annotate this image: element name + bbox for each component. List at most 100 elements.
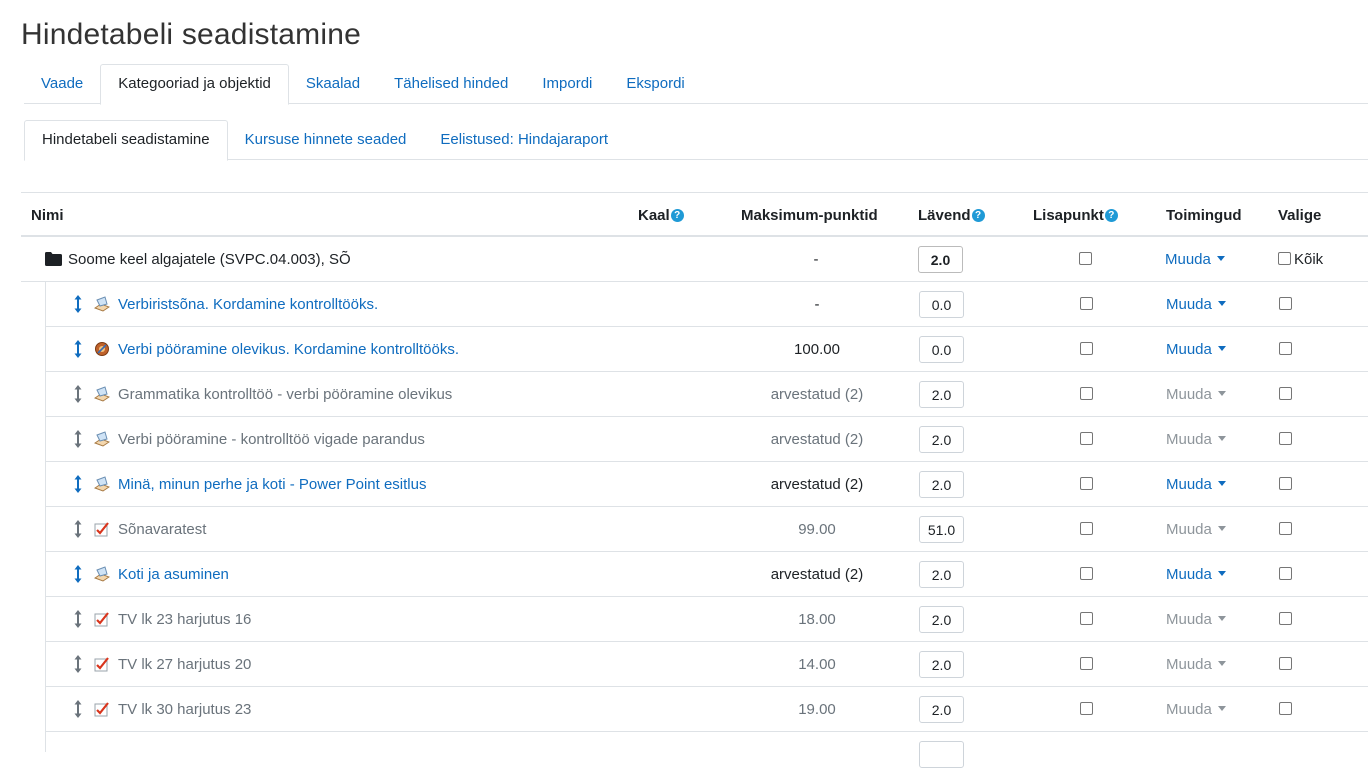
item-threshold-input[interactable] bbox=[919, 741, 964, 768]
tab-secondary-1[interactable]: Kursuse hinnete seaded bbox=[228, 120, 424, 160]
tab-primary-3[interactable]: Tähelised hinded bbox=[377, 64, 525, 104]
move-icon[interactable] bbox=[73, 474, 83, 494]
item-select-checkbox[interactable] bbox=[1279, 522, 1292, 535]
tab-secondary-2[interactable]: Eelistused: Hindajaraport bbox=[423, 120, 625, 160]
item-select-checkbox[interactable] bbox=[1279, 477, 1292, 490]
item-extra-credit-checkbox[interactable] bbox=[1080, 657, 1093, 670]
item-extra-credit-checkbox[interactable] bbox=[1080, 567, 1093, 580]
item-max-points: arvestatud (2) bbox=[770, 386, 864, 403]
select-all-checkbox[interactable] bbox=[1278, 252, 1291, 265]
item-threshold-input[interactable] bbox=[919, 696, 964, 723]
item-edit-menu[interactable]: Muuda bbox=[1166, 687, 1226, 732]
item-name[interactable]: TV lk 30 harjutus 23 bbox=[118, 687, 251, 732]
item-extra-credit-checkbox[interactable] bbox=[1080, 702, 1093, 715]
col-header-max-points: Maksimum-punktid bbox=[741, 207, 878, 224]
table-row: TV lk 30 harjutus 23 19.00 Muuda bbox=[45, 687, 1368, 732]
item-name[interactable]: Verbi pööramine - kontrolltöö vigade par… bbox=[118, 417, 425, 462]
item-threshold-input[interactable] bbox=[919, 516, 964, 543]
edit-menu-label: Muuda bbox=[1166, 521, 1212, 538]
item-threshold-input[interactable] bbox=[919, 336, 964, 363]
category-edit-menu[interactable]: Muuda bbox=[1165, 237, 1225, 282]
item-edit-menu[interactable]: Muuda bbox=[1166, 507, 1226, 552]
help-icon[interactable]: ? bbox=[971, 209, 985, 222]
item-edit-menu[interactable]: Muuda bbox=[1166, 552, 1226, 597]
item-extra-credit-checkbox[interactable] bbox=[1080, 612, 1093, 625]
item-threshold-input[interactable] bbox=[919, 606, 964, 633]
item-name[interactable]: Minä, minun perhe ja koti - Power Point … bbox=[118, 462, 426, 507]
item-threshold-input[interactable] bbox=[919, 471, 964, 498]
move-icon[interactable] bbox=[73, 609, 83, 629]
help-icon[interactable]: ? bbox=[670, 209, 684, 222]
move-icon[interactable] bbox=[73, 294, 83, 314]
item-edit-menu[interactable]: Muuda bbox=[1166, 597, 1226, 642]
item-extra-credit-checkbox[interactable] bbox=[1080, 297, 1093, 310]
item-select-checkbox[interactable] bbox=[1279, 342, 1292, 355]
col-header-threshold-label: Lävend bbox=[918, 207, 971, 224]
tab-primary-0[interactable]: Vaade bbox=[24, 64, 100, 104]
item-select-checkbox[interactable] bbox=[1279, 387, 1292, 400]
item-extra-credit-checkbox[interactable] bbox=[1080, 387, 1093, 400]
table-row bbox=[45, 732, 1368, 768]
tab-primary-1[interactable]: Kategooriad ja objektid bbox=[100, 64, 289, 105]
item-edit-menu[interactable]: Muuda bbox=[1166, 417, 1226, 462]
item-edit-menu[interactable]: Muuda bbox=[1166, 327, 1226, 372]
folder-icon bbox=[45, 252, 62, 266]
table-row: Grammatika kontrolltöö - verbi pööramine… bbox=[45, 372, 1368, 417]
page-title: Hindetabeli seadistamine bbox=[21, 18, 362, 51]
item-extra-credit-checkbox[interactable] bbox=[1080, 522, 1093, 535]
item-threshold-input[interactable] bbox=[919, 381, 964, 408]
table-header: Nimi Kaal? Maksimum-punktid Lävend? Lisa… bbox=[21, 193, 1368, 237]
chevron-down-icon bbox=[1217, 436, 1226, 441]
item-name[interactable]: Verbiristsõna. Kordamine kontrolltööks. bbox=[118, 282, 378, 327]
tab-secondary-0[interactable]: Hindetabeli seadistamine bbox=[24, 120, 228, 161]
item-threshold-input[interactable] bbox=[919, 291, 964, 318]
help-icon[interactable]: ? bbox=[1104, 209, 1118, 222]
tab-primary-2[interactable]: Skaalad bbox=[289, 64, 377, 104]
item-extra-credit-checkbox[interactable] bbox=[1080, 477, 1093, 490]
tab-primary-4[interactable]: Impordi bbox=[525, 64, 609, 104]
item-select-checkbox[interactable] bbox=[1279, 567, 1292, 580]
item-name[interactable]: Koti ja asuminen bbox=[118, 552, 229, 597]
item-threshold-input[interactable] bbox=[919, 426, 964, 453]
item-select-checkbox[interactable] bbox=[1279, 702, 1292, 715]
col-header-name[interactable]: Nimi bbox=[31, 207, 64, 224]
item-threshold-input[interactable] bbox=[919, 561, 964, 588]
edit-menu-label: Muuda bbox=[1166, 476, 1212, 493]
chevron-down-icon bbox=[1217, 346, 1226, 351]
move-icon[interactable] bbox=[73, 384, 83, 404]
item-select-checkbox[interactable] bbox=[1279, 612, 1292, 625]
edit-menu-label: Muuda bbox=[1166, 386, 1212, 403]
category-extra-credit-checkbox[interactable] bbox=[1079, 252, 1092, 265]
item-name[interactable]: Grammatika kontrolltöö - verbi pööramine… bbox=[118, 372, 452, 417]
tab-primary-5[interactable]: Ekspordi bbox=[609, 64, 701, 104]
col-header-select: Valige bbox=[1278, 207, 1322, 224]
chevron-down-icon bbox=[1217, 706, 1226, 711]
item-extra-credit-checkbox[interactable] bbox=[1080, 432, 1093, 445]
item-edit-menu[interactable]: Muuda bbox=[1166, 642, 1226, 687]
category-threshold-input[interactable] bbox=[918, 246, 963, 273]
move-icon[interactable] bbox=[73, 519, 83, 539]
item-name[interactable]: TV lk 27 harjutus 20 bbox=[118, 642, 251, 687]
edit-menu-label: Muuda bbox=[1166, 701, 1212, 718]
move-icon[interactable] bbox=[73, 429, 83, 449]
edit-menu-label: Muuda bbox=[1165, 251, 1211, 268]
table-row: Minä, minun perhe ja koti - Power Point … bbox=[45, 462, 1368, 507]
item-select-checkbox[interactable] bbox=[1279, 657, 1292, 670]
quiz-icon bbox=[94, 701, 110, 717]
item-name[interactable]: Verbi pööramine olevikus. Kordamine kont… bbox=[118, 327, 459, 372]
move-icon[interactable] bbox=[73, 654, 83, 674]
item-edit-menu[interactable]: Muuda bbox=[1166, 462, 1226, 507]
item-name[interactable]: TV lk 23 harjutus 16 bbox=[118, 597, 251, 642]
move-icon[interactable] bbox=[73, 339, 83, 359]
item-edit-menu[interactable]: Muuda bbox=[1166, 372, 1226, 417]
item-select-checkbox[interactable] bbox=[1279, 432, 1292, 445]
move-icon[interactable] bbox=[73, 564, 83, 584]
item-select-checkbox[interactable] bbox=[1279, 297, 1292, 310]
assignment-icon bbox=[93, 386, 111, 402]
move-icon[interactable] bbox=[73, 699, 83, 719]
item-threshold-input[interactable] bbox=[919, 651, 964, 678]
quiz-icon bbox=[94, 656, 110, 672]
item-edit-menu[interactable]: Muuda bbox=[1166, 282, 1226, 327]
item-extra-credit-checkbox[interactable] bbox=[1080, 342, 1093, 355]
item-name[interactable]: Sõnavaratest bbox=[118, 507, 206, 552]
